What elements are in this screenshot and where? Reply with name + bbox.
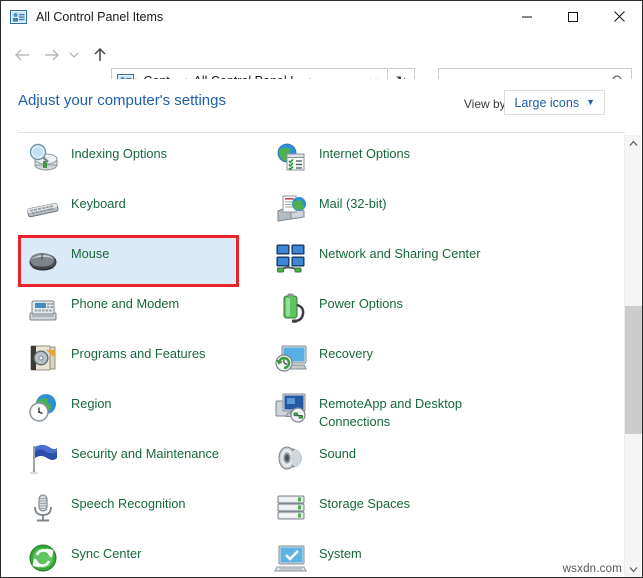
control-panel-item-recovery[interactable]: Recovery [269,335,519,385]
items-column-left: Indexing Options Keyboard Mouse [21,135,271,578]
control-panel-item-label: Phone and Modem [71,295,179,313]
forward-arrow-icon [43,47,61,63]
control-panel-item-label: Region [71,395,112,413]
control-panel-window: All Control Panel Items [0,0,643,578]
items-column-right: Internet Options Mail (32-bit) [269,135,519,578]
minimize-button[interactable] [504,1,550,32]
content-header: Adjust your computer's settings View by:… [1,79,642,134]
control-panel-item-label: Sync Center [71,545,141,563]
mail-icon [274,191,308,225]
control-panel-item-label: Security and Maintenance [71,445,219,463]
control-panel-item-speech-recognition[interactable]: Speech Recognition [21,485,271,535]
close-button[interactable] [596,1,642,32]
back-button[interactable] [9,42,35,68]
recovery-icon [274,341,308,375]
control-panel-item-mail-32-bit[interactable]: Mail (32-bit) [269,185,519,235]
header-divider [18,132,625,133]
control-panel-item-label: Recovery [319,345,373,363]
window-title: All Control Panel Items [36,10,163,24]
control-panel-item-keyboard[interactable]: Keyboard [21,185,271,235]
window-controls [504,1,642,32]
control-panel-item-network-and-sharing-center[interactable]: Network and Sharing Center [269,235,519,285]
control-panel-icon [10,9,27,25]
recent-locations-chevron-icon [68,50,80,60]
page-title: Adjust your computer's settings [18,92,226,109]
internet-options-icon [274,141,308,175]
control-panel-item-label: System [319,545,362,563]
view-by-value: Large icons [514,96,579,110]
up-arrow-icon [92,46,108,64]
sync-center-icon [26,541,60,575]
control-panel-item-label: Mouse [71,245,109,263]
phone-and-modem-icon [26,291,60,325]
maximize-button[interactable] [550,1,596,32]
scrollbar-up-button[interactable] [625,135,642,152]
power-options-icon [274,291,308,325]
control-panel-item-region[interactable]: Region [21,385,271,435]
chevron-up-icon [629,140,638,147]
control-panel-item-remoteapp-and-desktop-connections[interactable]: RemoteApp and Desktop Connections [269,385,519,435]
scrollbar-thumb[interactable] [625,306,642,434]
storage-spaces-icon [274,491,308,525]
view-by-label: View by: [464,97,509,111]
programs-and-features-icon [26,341,60,375]
sound-icon [274,441,308,475]
control-panel-item-phone-and-modem[interactable]: Phone and Modem [21,285,271,335]
navigation-bar: › Cont... › All Control Panel I... › ↻ [1,32,642,79]
maximize-icon [567,11,579,23]
chevron-down-icon: ▼ [586,98,595,107]
mouse-icon [26,241,60,275]
indexing-options-icon [26,141,60,175]
control-panel-items-grid: Indexing Options Keyboard Mouse [1,135,625,578]
speech-recognition-icon [26,491,60,525]
control-panel-item-system[interactable]: System [269,535,519,578]
control-panel-item-sound[interactable]: Sound [269,435,519,485]
up-button[interactable] [87,42,113,68]
control-panel-item-label: Mail (32-bit) [319,195,387,213]
control-panel-item-storage-spaces[interactable]: Storage Spaces [269,485,519,535]
watermark: wsxdn.com [563,563,622,575]
control-panel-item-label: Internet Options [319,145,410,163]
view-by-dropdown[interactable]: Large icons ▼ [504,90,605,115]
forward-button[interactable] [39,42,65,68]
control-panel-item-label: Storage Spaces [319,495,410,513]
region-icon [26,391,60,425]
keyboard-icon [26,191,60,225]
control-panel-item-mouse[interactable]: Mouse [21,235,237,285]
control-panel-item-programs-and-features[interactable]: Programs and Features [21,335,271,385]
title-bar: All Control Panel Items [1,1,642,32]
control-panel-item-label: Speech Recognition [71,495,186,513]
scrollbar-down-button[interactable] [625,561,642,578]
remoteapp-and-desktop-connections-icon [274,391,308,425]
control-panel-item-label: Network and Sharing Center [319,245,480,263]
control-panel-item-label: Keyboard [71,195,126,213]
minimize-icon [521,11,533,23]
vertical-scrollbar[interactable] [624,135,641,578]
control-panel-item-label: Indexing Options [71,145,167,163]
security-and-maintenance-icon [26,441,60,475]
control-panel-item-label: Sound [319,445,356,463]
control-panel-item-security-and-maintenance[interactable]: Security and Maintenance [21,435,271,485]
control-panel-item-indexing-options[interactable]: Indexing Options [21,135,271,185]
back-arrow-icon [13,47,31,63]
control-panel-item-internet-options[interactable]: Internet Options [269,135,519,185]
control-panel-item-sync-center[interactable]: Sync Center [21,535,271,578]
close-icon [613,10,626,23]
control-panel-item-label: Power Options [319,295,403,313]
system-icon [274,541,308,575]
recent-locations-button[interactable] [65,42,83,68]
control-panel-item-label: Programs and Features [71,345,205,363]
control-panel-item-power-options[interactable]: Power Options [269,285,519,335]
control-panel-item-label: RemoteApp and Desktop Connections [319,395,519,431]
chevron-down-icon [629,566,638,573]
network-and-sharing-center-icon [274,241,308,275]
